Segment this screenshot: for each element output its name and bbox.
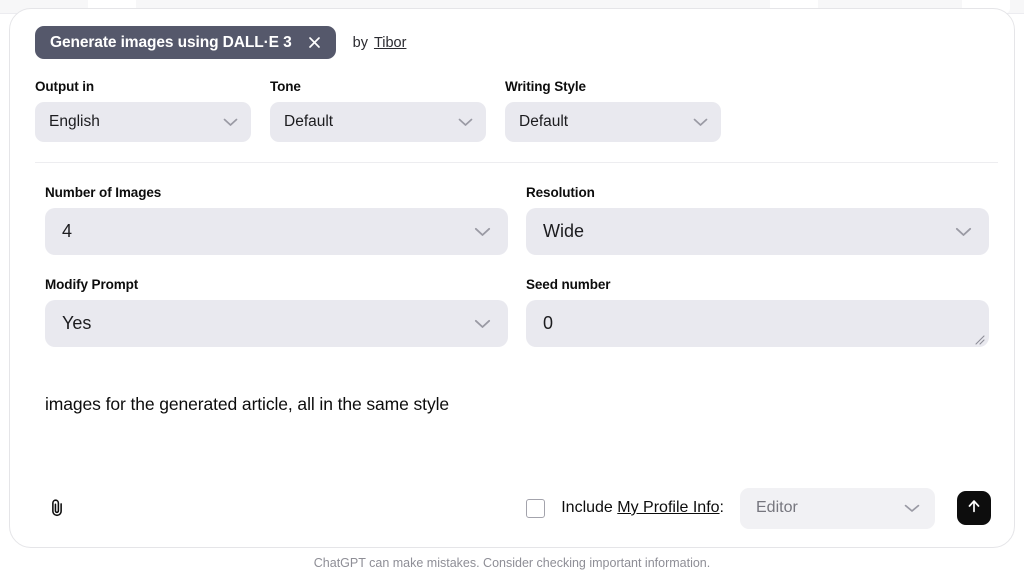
number-of-images-value: 4 bbox=[45, 221, 474, 242]
chevron-down-icon bbox=[904, 504, 920, 513]
footer-disclaimer: ChatGPT can make mistakes. Consider chec… bbox=[0, 556, 1024, 570]
number-of-images-group: Number of Images 4 bbox=[45, 185, 508, 255]
prompt-chip[interactable]: Generate images using DALL·E 3 bbox=[35, 26, 336, 59]
number-of-images-select[interactable]: 4 bbox=[45, 208, 508, 255]
prompt-chip-label: Generate images using DALL·E 3 bbox=[50, 34, 292, 52]
top-options-row: Output in English Tone Default bbox=[10, 59, 1014, 142]
include-prefix-text: Include bbox=[561, 499, 617, 516]
tone-label: Tone bbox=[270, 79, 486, 94]
modify-seed-row: Modify Prompt Yes Seed number 0 bbox=[10, 255, 1014, 347]
author-link[interactable]: Tibor bbox=[374, 35, 407, 51]
seed-number-group: Seed number 0 bbox=[526, 277, 989, 347]
output-in-value: English bbox=[35, 113, 223, 131]
prompt-chip-row: Generate images using DALL·E 3 by Tibor bbox=[10, 9, 1014, 59]
include-profile-label: Include My Profile Info: bbox=[561, 499, 724, 517]
images-resolution-row: Number of Images 4 Resolution Wide bbox=[10, 163, 1014, 255]
prompt-input-text[interactable]: images for the generated article, all in… bbox=[10, 347, 1014, 415]
seed-number-label: Seed number bbox=[526, 277, 989, 292]
modify-prompt-label: Modify Prompt bbox=[45, 277, 508, 292]
writing-style-group: Writing Style Default bbox=[505, 79, 721, 142]
editor-select-value: Editor bbox=[740, 499, 904, 517]
paperclip-icon[interactable] bbox=[43, 494, 71, 522]
writing-style-select[interactable]: Default bbox=[505, 102, 721, 142]
send-button[interactable] bbox=[957, 491, 991, 525]
tone-value: Default bbox=[270, 113, 458, 131]
chevron-down-icon bbox=[458, 118, 473, 127]
close-icon[interactable] bbox=[306, 34, 323, 51]
chevron-down-icon bbox=[474, 227, 491, 237]
chevron-down-icon bbox=[955, 227, 972, 237]
resolution-label: Resolution bbox=[526, 185, 989, 200]
writing-style-label: Writing Style bbox=[505, 79, 721, 94]
composer-card: Generate images using DALL·E 3 by Tibor … bbox=[9, 8, 1015, 548]
number-of-images-label: Number of Images bbox=[45, 185, 508, 200]
resolution-select[interactable]: Wide bbox=[526, 208, 989, 255]
include-profile-checkbox[interactable] bbox=[526, 499, 545, 518]
output-in-label: Output in bbox=[35, 79, 251, 94]
chevron-down-icon bbox=[223, 118, 238, 127]
output-in-select[interactable]: English bbox=[35, 102, 251, 142]
tone-group: Tone Default bbox=[270, 79, 486, 142]
chevron-down-icon bbox=[474, 319, 491, 329]
seed-number-input[interactable]: 0 bbox=[526, 300, 989, 347]
composer-toolbar: Include My Profile Info: Editor bbox=[10, 469, 1014, 547]
output-in-group: Output in English bbox=[35, 79, 251, 142]
arrow-up-icon bbox=[965, 497, 983, 520]
modify-prompt-select[interactable]: Yes bbox=[45, 300, 508, 347]
resolution-value: Wide bbox=[526, 221, 955, 242]
writing-style-value: Default bbox=[505, 113, 693, 131]
resolution-group: Resolution Wide bbox=[526, 185, 989, 255]
tone-select[interactable]: Default bbox=[270, 102, 486, 142]
editor-select[interactable]: Editor bbox=[740, 488, 935, 529]
include-suffix-text: : bbox=[720, 499, 724, 516]
seed-number-value: 0 bbox=[526, 313, 553, 334]
my-profile-info-link[interactable]: My Profile Info bbox=[617, 499, 719, 516]
resize-grip-icon[interactable] bbox=[973, 332, 985, 344]
chevron-down-icon bbox=[693, 118, 708, 127]
modify-prompt-group: Modify Prompt Yes bbox=[45, 277, 508, 347]
by-label: by bbox=[353, 35, 368, 51]
modify-prompt-value: Yes bbox=[45, 313, 474, 334]
toolbar-right-group: Include My Profile Info: Editor bbox=[526, 488, 991, 529]
